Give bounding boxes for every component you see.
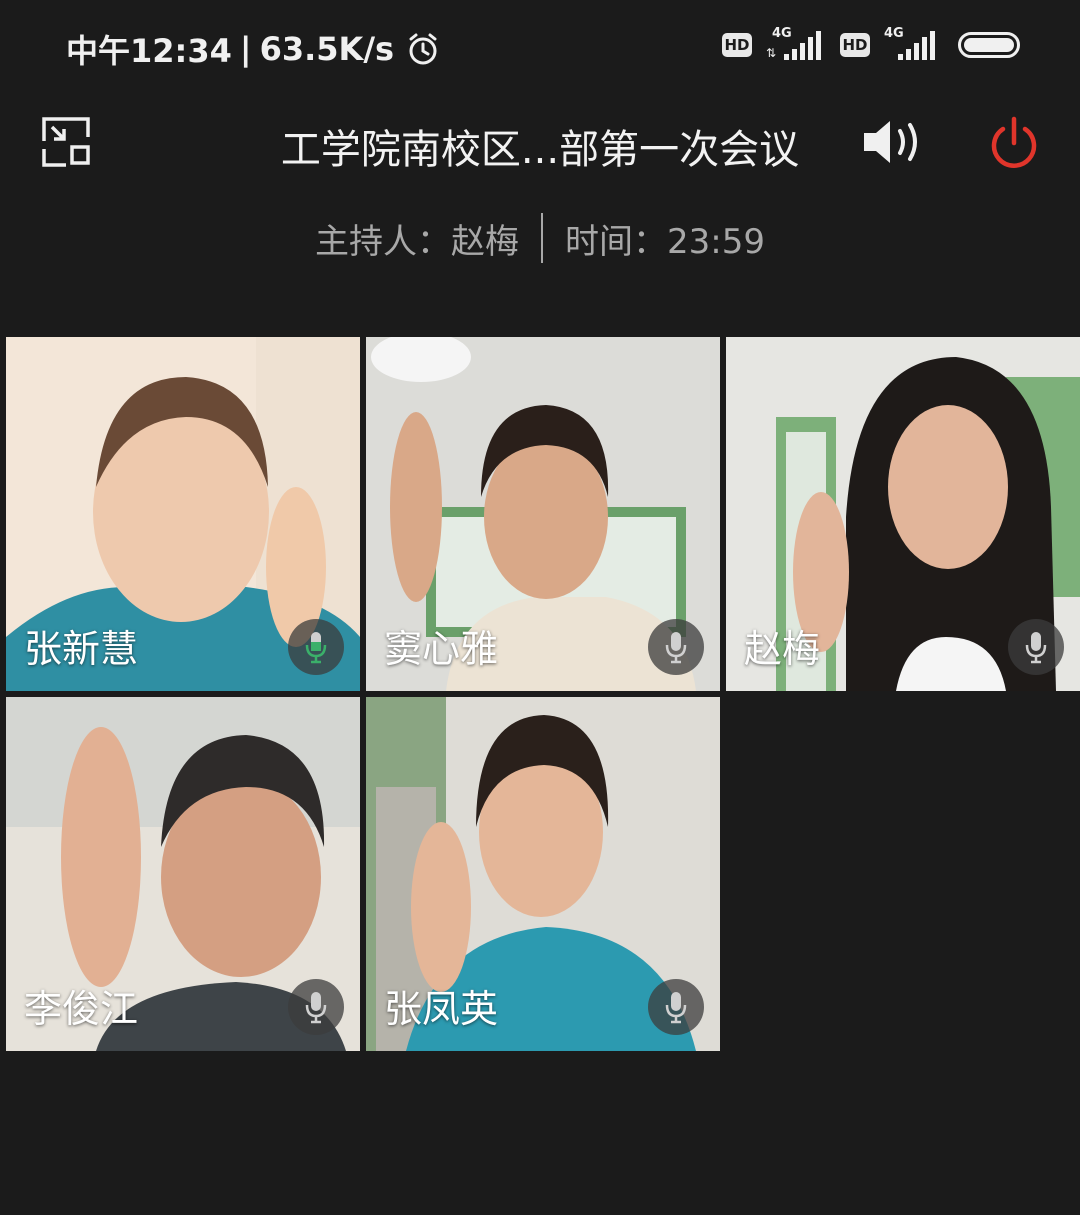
status-separator: | [239,30,252,68]
status-left: 中午12:34 | 63.5K/s [66,26,440,72]
video-tile[interactable]: 张新慧 [6,337,360,691]
video-tile[interactable]: 窦心雅 [366,337,720,691]
speaker-icon [864,121,917,163]
meeting-header: 工学院南校区...部第一次会议 [0,95,1080,195]
microphone-icon [665,992,687,1024]
participant-name: 窦心雅 [384,627,499,671]
sim1-signal-icon: 4G ⇅ [766,26,826,62]
status-net-speed: 63.5K/s [259,30,395,68]
shrink-window-icon [42,117,90,167]
sim1-hd-badge: HD [722,33,752,57]
sim2-signal-icon: 4G [884,26,940,62]
mic-status [288,619,344,675]
microphone-icon [305,992,327,1024]
microphone-icon [665,632,687,664]
leave-meeting-button[interactable] [986,115,1042,171]
meeting-screen: 中午12:34 | 63.5K/s HD 4G ⇅ HD 4G 工学院南校区..… [0,0,1080,1215]
video-grid: 张新慧 窦心雅 赵梅 李俊江 张凤英 [6,337,1080,1053]
participant-name: 李俊江 [24,987,139,1031]
meeting-info: 主持人：赵梅 时间：23:59 [0,210,1080,266]
status-right: HD 4G ⇅ HD 4G [722,26,1020,62]
shrink-window-button[interactable] [40,115,94,169]
status-time: 中午12:34 [66,32,232,70]
status-bar: 中午12:34 | 63.5K/s HD 4G ⇅ HD 4G [0,0,1080,95]
video-tile[interactable]: 赵梅 [726,337,1080,691]
participant-name: 赵梅 [744,627,821,671]
meeting-title: 工学院南校区...部第一次会议 [280,127,800,173]
sim2-hd-badge: HD [840,33,870,57]
info-divider [541,213,543,263]
video-tile[interactable]: 张凤英 [366,697,720,1051]
speaker-button[interactable] [860,117,926,167]
host-label: 主持人：赵梅 [315,221,519,262]
battery-level [964,38,1014,52]
microphone-icon [305,632,327,664]
participant-name: 张新慧 [24,627,139,671]
alarm-icon [409,33,437,65]
power-icon [991,116,1037,168]
mic-status [1008,619,1064,675]
video-tile[interactable]: 李俊江 [6,697,360,1051]
mic-status [288,979,344,1035]
battery-icon [958,32,1020,58]
participant-name: 张凤英 [384,987,499,1031]
mic-status [648,619,704,675]
mic-status [648,979,704,1035]
microphone-icon [1025,632,1047,664]
meeting-timer: 时间：23:59 [565,221,765,262]
